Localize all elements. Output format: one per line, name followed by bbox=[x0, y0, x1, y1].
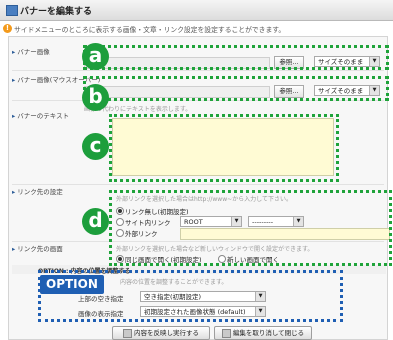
banner-image-label: バナー画像 bbox=[12, 46, 50, 56]
link-dest-label: リンク先の設定 bbox=[12, 186, 63, 196]
cancel-button[interactable]: 編集を取り消して閉じる bbox=[214, 326, 312, 340]
info-icon: ! bbox=[3, 24, 12, 33]
annotation-frame-d bbox=[109, 190, 392, 266]
cancel-button-label: 編集を取り消して閉じる bbox=[232, 329, 305, 337]
annotation-badge-b: b bbox=[82, 84, 109, 111]
option-badge: OPTION bbox=[40, 275, 104, 294]
divider bbox=[12, 70, 384, 71]
annotation-frame-b bbox=[83, 76, 389, 101]
annotation-frame-c bbox=[109, 114, 339, 182]
info-text: サイドメニューのところに表示する画像・文章・リンク設定を設定することができます。 bbox=[14, 26, 286, 34]
link-window-label: リンク先の画面 bbox=[12, 243, 63, 253]
divider bbox=[12, 184, 384, 185]
cancel-icon bbox=[221, 328, 231, 338]
annotation-frame-a bbox=[83, 45, 389, 70]
window-title: バナーを編集する bbox=[20, 7, 93, 17]
window-icon bbox=[6, 5, 18, 16]
save-icon bbox=[123, 328, 132, 338]
annotation-badge-a: a bbox=[82, 43, 109, 70]
save-button-label: 内容を反映し実行する bbox=[134, 329, 199, 337]
title-bar: バナーを編集する bbox=[0, 0, 393, 21]
save-button[interactable]: 内容を反映し実行する bbox=[112, 326, 210, 340]
banner-text-label: バナーのテキスト bbox=[12, 110, 69, 120]
annotation-badge-c: c bbox=[82, 133, 109, 160]
annotation-badge-d: d bbox=[82, 208, 109, 235]
